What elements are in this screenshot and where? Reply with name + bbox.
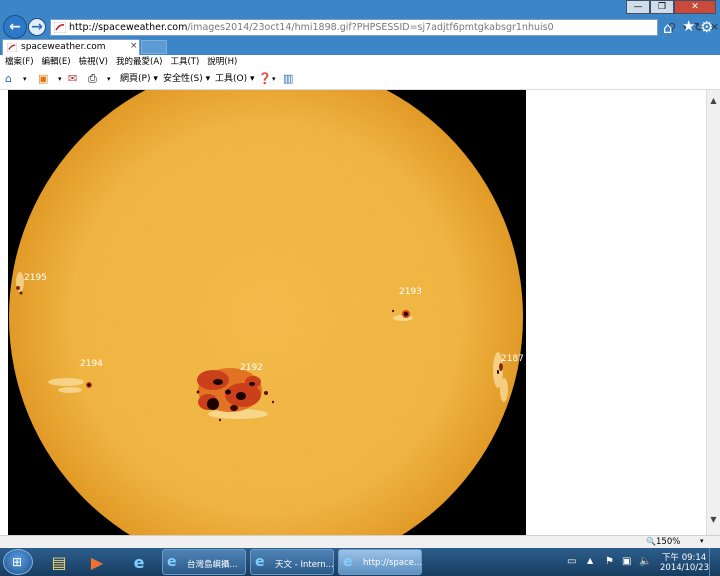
tab-row: spaceweather.com × xyxy=(0,39,720,55)
ie-icon: e xyxy=(343,554,353,570)
research-icon[interactable]: ▥ xyxy=(283,73,293,85)
tab-title: spaceweather.com xyxy=(21,42,106,52)
taskbar-window-2[interactable]: e 天文 - Intern... xyxy=(250,549,334,575)
restore-button[interactable]: ❐ xyxy=(650,0,674,14)
label-2194: 2194 xyxy=(80,359,103,369)
ie-pin-icon[interactable]: e xyxy=(124,550,154,574)
tools-menu-label: 工具(O) xyxy=(215,74,248,84)
menu-file[interactable]: 檔案(F) xyxy=(5,55,34,69)
back-button[interactable]: ← xyxy=(3,15,27,39)
explorer-pin-icon[interactable]: ▤ xyxy=(44,550,74,574)
network-icon[interactable]: ▣ xyxy=(622,556,631,567)
safety-menu-label: 安全性(S) xyxy=(163,74,203,84)
site-favicon-icon xyxy=(54,22,66,33)
solar-image: 2195 2193 2194 2192 2187 xyxy=(8,90,526,535)
volume-icon[interactable]: 🔈 xyxy=(639,556,651,567)
taskbar-window-1[interactable]: e 台灣島嶼攝... xyxy=(162,549,246,575)
home-icon[interactable]: ⌂ xyxy=(663,19,673,37)
url-text[interactable]: http://spaceweather.com/images2014/23oct… xyxy=(69,22,554,33)
safety-menu[interactable]: 安全性(S) ▾ xyxy=(163,73,210,85)
zoom-level[interactable]: 150% xyxy=(656,537,680,547)
command-bar: ⌂ ▾ ▣ ▾ ✉ ⎙ ▾ 網頁(P) ▾ 安全性(S) ▾ 工具(O) ▾ ❓… xyxy=(0,69,720,90)
start-button[interactable]: ⊞ xyxy=(3,549,33,575)
url-domain: http://spaceweather.com xyxy=(69,22,188,33)
window-controls: — ❐ ✕ xyxy=(626,0,716,14)
tab-close-icon[interactable]: × xyxy=(130,41,138,51)
home-dropdown-icon[interactable]: ▾ xyxy=(23,73,27,85)
clock-time[interactable]: 下午 09:14 xyxy=(662,551,706,563)
page-content: 2195 2193 2194 2192 2187 xyxy=(0,90,706,535)
taskbar: ⊞ ▤ ▶ e e 台灣島嶼攝... e 天文 - Intern... e ht… xyxy=(0,548,720,576)
page-menu-label: 網頁(P) xyxy=(120,74,151,84)
gear-icon[interactable]: ⚙ xyxy=(700,18,713,36)
mail-icon[interactable]: ✉ xyxy=(68,73,77,85)
menu-edit[interactable]: 編輯(E) xyxy=(42,55,71,69)
rss-dropdown-icon[interactable]: ▾ xyxy=(58,73,62,85)
tab-favicon-icon xyxy=(7,43,17,52)
label-2195: 2195 xyxy=(24,273,47,283)
windows-logo-icon: ⊞ xyxy=(12,555,23,569)
help-dropdown-icon[interactable]: ▾ xyxy=(272,73,276,85)
scroll-down-arrow-icon[interactable]: ▼ xyxy=(707,515,720,524)
sun-texture xyxy=(9,90,523,535)
page-menu[interactable]: 網頁(P) ▾ xyxy=(120,73,158,85)
zoom-icon[interactable]: 🔍 xyxy=(646,537,656,546)
home-cmd-icon[interactable]: ⌂ xyxy=(5,73,12,85)
menu-help[interactable]: 說明(H) xyxy=(207,55,237,69)
show-desktop-button[interactable] xyxy=(709,548,720,576)
print-dropdown-icon[interactable]: ▾ xyxy=(107,73,111,85)
menu-tools[interactable]: 工具(T) xyxy=(170,55,199,69)
taskbar-window-1-label: 台灣島嶼攝... xyxy=(187,560,238,570)
taskbar-window-3-label: http://space... xyxy=(363,558,423,568)
vertical-scrollbar[interactable]: ▲ ▼ xyxy=(706,90,720,535)
favorites-star-icon[interactable]: ★ xyxy=(682,17,695,35)
label-2193: 2193 xyxy=(399,287,422,297)
help-icon[interactable]: ❓ xyxy=(258,73,272,85)
minimize-button[interactable]: — xyxy=(626,0,650,14)
label-2187: 2187 xyxy=(501,354,524,364)
taskbar-window-2-label: 天文 - Intern... xyxy=(275,560,334,570)
scroll-up-arrow-icon[interactable]: ▲ xyxy=(707,96,720,105)
zoom-dropdown-icon[interactable]: ▾ xyxy=(700,537,704,545)
sunspot-2194 xyxy=(86,382,92,388)
menu-bar: 檔案(F) 編輯(E) 檢視(V) 我的最愛(A) 工具(T) 說明(H) xyxy=(0,55,720,69)
tools-menu[interactable]: 工具(O) ▾ xyxy=(215,73,255,85)
action-center-flag-icon[interactable]: ⚑ xyxy=(605,556,614,567)
url-path: /images2014/23oct14/hmi1898.gif?PHPSESSI… xyxy=(187,22,554,33)
label-2192: 2192 xyxy=(240,363,263,373)
status-bar: 🔍 150% ▾ xyxy=(0,535,720,548)
forward-button[interactable]: → xyxy=(28,18,46,36)
address-bar[interactable]: http://spaceweather.com/images2014/23oct… xyxy=(50,19,719,36)
tab-spaceweather[interactable]: spaceweather.com × xyxy=(2,39,140,55)
media-player-pin-icon[interactable]: ▶ xyxy=(82,550,112,574)
rss-feed-icon[interactable]: ▣ xyxy=(38,73,48,85)
print-icon[interactable]: ⎙ xyxy=(88,73,97,85)
new-tab-button[interactable] xyxy=(141,40,167,54)
sun-disk-image: 2195 2193 2194 2192 2187 xyxy=(9,90,524,535)
keyboard-icon[interactable]: ▭ xyxy=(567,556,576,567)
browser-titlebar: ← → http://spaceweather.com/images2014/2… xyxy=(0,0,720,39)
close-window-button[interactable]: ✕ xyxy=(674,0,716,14)
ie-icon: e xyxy=(167,554,177,570)
taskbar-window-3[interactable]: e http://space... xyxy=(338,549,422,575)
clock-date[interactable]: 2014/10/23 xyxy=(660,563,709,573)
show-hidden-icons-icon[interactable]: ▲ xyxy=(587,556,593,565)
menu-view[interactable]: 檢視(V) xyxy=(79,55,108,69)
menu-favorites[interactable]: 我的最愛(A) xyxy=(116,55,162,69)
ie-icon: e xyxy=(255,554,265,570)
